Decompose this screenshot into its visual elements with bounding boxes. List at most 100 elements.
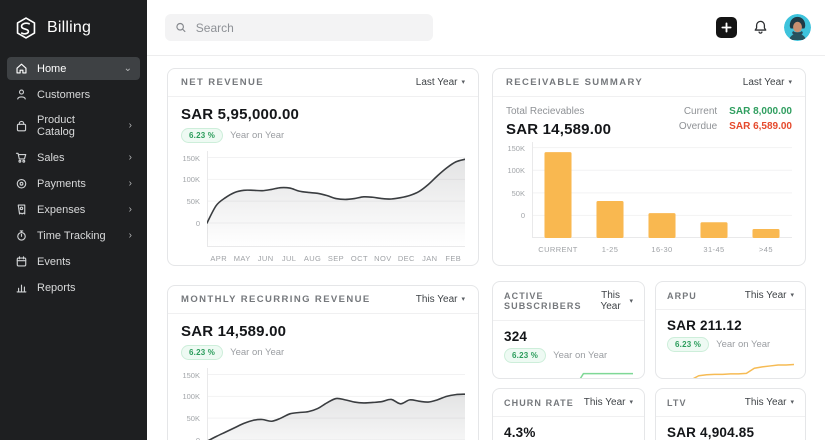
topbar [147,0,825,56]
reports-icon [15,281,28,294]
metric-value: SAR 14,589.00 [181,323,465,340]
caret-down-icon: ▾ [790,399,794,406]
plus-icon [721,22,732,33]
metric-value: SAR 211.12 [667,318,794,333]
card-net-revenue: NET REVENUE Last Year ▾ SAR 5,95,000.00 … [167,68,479,266]
period-dropdown[interactable]: This Year ▾ [416,294,465,305]
topbar-actions [716,14,811,41]
caret-down-icon: ▾ [461,79,465,86]
sidebar-item-customers[interactable]: Customers [7,83,140,106]
yoy-caption: Year on Year [230,130,284,141]
yoy-caption: Year on Year [553,350,607,361]
current-value: SAR 8,000.00 [729,106,792,117]
total-receivables-label: Total Recievables [506,106,611,117]
app-title: Billing [47,19,91,37]
bell-icon [752,19,769,36]
total-receivables: Total Recievables SAR 14,589.00 [506,106,611,138]
quick-add-button[interactable] [716,17,737,38]
caret-down-icon: ▾ [788,79,792,86]
arpu-sparkline [667,358,794,379]
caret-down-icon: ▾ [629,298,633,305]
total-receivables-value: SAR 14,589.00 [506,121,611,138]
yoy-badge: 6.23 % [181,345,223,360]
net-revenue-plot [207,151,465,247]
card-churn-rate: CHURN RATE This Year ▾ 4.3% 6.23 % Year … [492,388,645,440]
period-dropdown[interactable]: This Year ▾ [745,290,794,301]
receivable-breakdown: Current SAR 8,000.00 Overdue SAR 6,589.0… [679,106,792,136]
yoy-badge: 6.23 % [181,128,223,143]
sidebar-menu: Home ⌄ Customers Product Catalog › Sales… [0,54,147,302]
card-monthly-recurring-revenue: MONTHLY RECURRING REVENUE This Year ▾ SA… [167,285,479,440]
sidebar-item-time-tracking[interactable]: Time Tracking › [7,224,140,247]
metric-value: 4.3% [504,425,633,440]
sidebar-item-product-catalog[interactable]: Product Catalog › [7,109,140,143]
period-dropdown[interactable]: This Year ▾ [745,397,794,408]
net-revenue-chart: 150K100K50K0 APRMAYJUNJULAUGSEPOCTNOVDEC… [181,151,465,263]
app-logo[interactable]: Billing [0,0,147,54]
caret-down-icon: ▾ [461,296,465,303]
overdue-label: Overdue [679,121,717,132]
metric-value: 324 [504,329,633,344]
expenses-icon [15,203,28,216]
x-axis-labels: CURRENT1-2516-3031-45>45 [532,245,792,254]
billing-logo-icon [13,15,39,41]
sidebar-item-expenses[interactable]: Expenses › [7,198,140,221]
chevron-right-icon: › [129,121,132,131]
card-title: LTV [667,398,687,408]
notifications-button[interactable] [752,19,769,36]
card-receivable-summary: RECEIVABLE SUMMARY Last Year ▾ Total Rec… [492,68,806,266]
yoy-caption: Year on Year [716,339,770,350]
card-title: MONTHLY RECURRING REVENUE [181,294,371,305]
sidebar-item-home[interactable]: Home ⌄ [7,57,140,80]
current-label: Current [684,106,717,117]
sidebar-item-events[interactable]: Events [7,250,140,273]
yoy-badge: 6.23 % [504,348,546,363]
chevron-right-icon: › [129,153,132,163]
card-ltv: LTV This Year ▾ SAR 4,904.85 6.23 % Year… [655,388,806,440]
avatar-image [784,14,811,41]
card-active-subscribers: ACTIVE SUBSCRIBERS This Year ▾ 324 6.23 … [492,281,645,379]
card-title: RECEIVABLE SUMMARY [506,77,643,88]
y-axis-labels: 150K100K50K0 [181,151,207,247]
sales-cart-icon [15,151,28,164]
card-title: ARPU [667,291,697,301]
chevron-right-icon: › [129,205,132,215]
caret-down-icon: ▾ [629,399,633,406]
sidebar: Billing Home ⌄ Customers Product Catalog… [0,0,147,440]
mrr-chart: 150K100K50K0 [181,368,465,440]
home-icon [15,62,28,75]
payments-icon [15,177,28,190]
events-calendar-icon [15,255,28,268]
period-dropdown[interactable]: Last Year ▾ [743,77,792,88]
sidebar-item-sales[interactable]: Sales › [7,146,140,169]
y-axis-labels: 150K100K50K0 [181,368,207,440]
card-title: NET REVENUE [181,77,264,88]
search-input[interactable] [194,20,423,36]
receivables-chart: 150K100K50K0 CURRENT1-2516-3031-45>45 [506,142,792,254]
metric-value: SAR 4,904.85 [667,425,794,440]
chevron-right-icon: › [129,231,132,241]
y-axis-labels: 150K100K50K0 [506,142,532,238]
period-dropdown[interactable]: This Year ▾ [596,290,633,312]
receivables-plot [532,142,792,238]
yoy-caption: Year on Year [230,347,284,358]
caret-down-icon: ▾ [790,292,794,299]
user-avatar[interactable] [784,14,811,41]
subscribers-sparkline [504,369,633,379]
mrr-plot [207,368,465,440]
card-arpu: ARPU This Year ▾ SAR 211.12 6.23 % Year … [655,281,806,379]
search-box[interactable] [165,14,433,41]
chevron-down-icon: ⌄ [124,64,132,74]
sidebar-item-reports[interactable]: Reports [7,276,140,299]
card-title: ACTIVE SUBSCRIBERS [504,291,596,311]
sidebar-item-payments[interactable]: Payments › [7,172,140,195]
yoy-badge: 6.23 % [667,337,709,352]
product-catalog-icon [15,120,28,133]
period-dropdown[interactable]: Last Year ▾ [416,77,465,88]
dashboard: NET REVENUE Last Year ▾ SAR 5,95,000.00 … [147,56,825,440]
card-title: CHURN RATE [504,398,574,408]
time-tracking-icon [15,229,28,242]
customers-icon [15,88,28,101]
metric-value: SAR 5,95,000.00 [181,106,465,123]
period-dropdown[interactable]: This Year ▾ [584,397,633,408]
